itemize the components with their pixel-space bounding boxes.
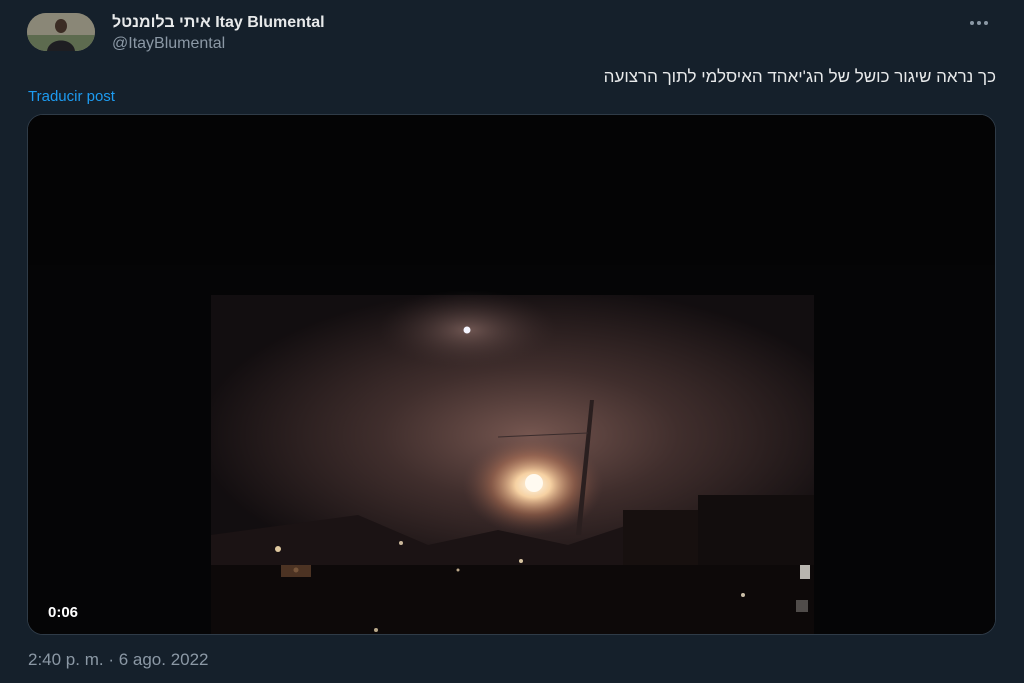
video-player[interactable]: 0:06: [27, 114, 996, 635]
author-handle[interactable]: @ItayBlumental: [112, 34, 325, 54]
more-options-button[interactable]: [962, 12, 996, 34]
tweet-text: כך נראה שיגור כושל של הג'יאהד האיסלמי לת…: [603, 67, 996, 86]
author-display-name[interactable]: איתי בלומנטל Itay Blumental: [112, 13, 325, 33]
author-avatar[interactable]: [27, 13, 95, 51]
video-frame: [28, 115, 995, 634]
video-duration: 0:06: [48, 604, 79, 621]
tweet-timestamp[interactable]: 2:40 p. m. · 6 ago. 2022: [28, 650, 209, 670]
more-horizontal-icon: [970, 21, 988, 25]
person-photo-avatar-icon: [27, 13, 95, 51]
author-info: איתי בלומנטל Itay Blumental @ItayBlument…: [112, 13, 325, 54]
tweet: איתי בלומנטל Itay Blumental @ItayBlument…: [0, 0, 1024, 683]
translate-post-link[interactable]: Traducir post: [28, 88, 115, 106]
